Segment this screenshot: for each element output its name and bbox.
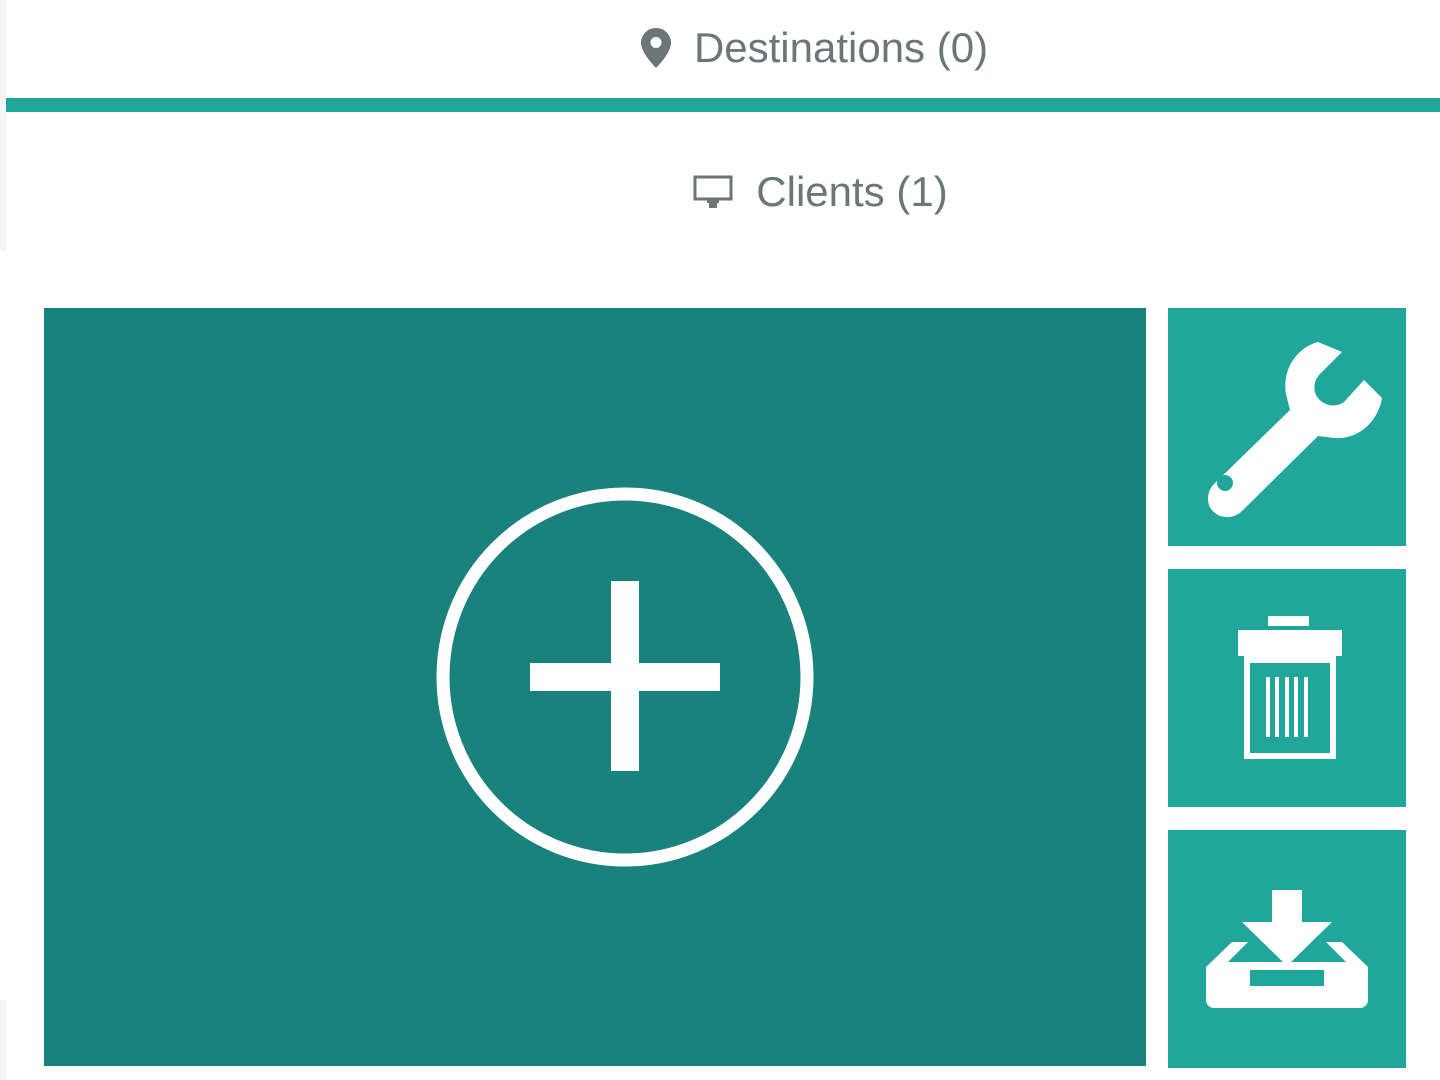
left-edge-rule-bottom xyxy=(0,1000,6,1080)
tab-destinations-label: Destinations (0) xyxy=(693,24,989,71)
monitor-icon xyxy=(693,175,733,209)
add-client-tile[interactable] xyxy=(44,308,1146,1066)
delete-tile[interactable] xyxy=(1168,569,1406,807)
settings-tile[interactable] xyxy=(1168,308,1406,546)
page: Destinations (0) Clients (1) xyxy=(0,0,1440,1080)
download-tray-icon xyxy=(1206,890,1368,1008)
wrench-icon xyxy=(1208,342,1382,518)
tab-clients[interactable]: Clients (1) xyxy=(6,126,1440,266)
map-marker-icon xyxy=(640,28,671,68)
trash-icon xyxy=(1238,616,1342,759)
plus-circle-icon xyxy=(436,487,814,867)
tab-clients-label: Clients (1) xyxy=(756,168,948,215)
download-tile[interactable] xyxy=(1168,830,1406,1068)
tab-destinations[interactable]: Destinations (0) xyxy=(6,0,1440,112)
